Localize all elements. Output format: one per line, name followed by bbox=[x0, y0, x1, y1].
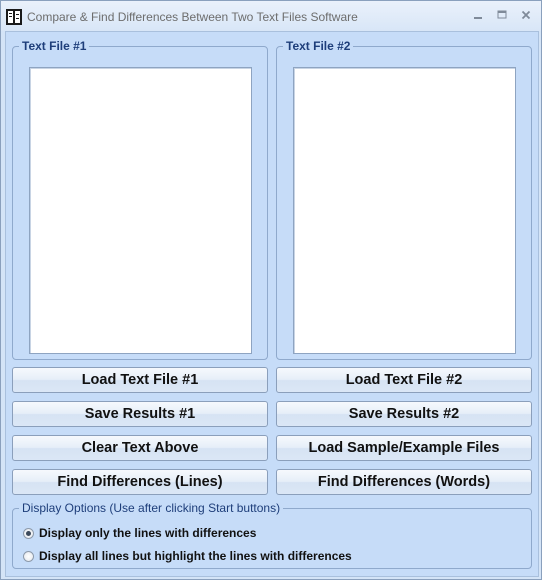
load-sample-files-button[interactable]: Load Sample/Example Files bbox=[276, 435, 532, 461]
radio-unchecked-icon[interactable] bbox=[23, 550, 34, 562]
radio-checked-icon[interactable] bbox=[23, 527, 34, 539]
save-results-2-button[interactable]: Save Results #2 bbox=[276, 401, 532, 427]
minimize-icon bbox=[474, 17, 482, 19]
text-file-1-textbox[interactable] bbox=[29, 67, 252, 354]
text-file-1-group: Text File #1 bbox=[12, 39, 268, 360]
title-bar[interactable]: Compare & Find Differences Between Two T… bbox=[1, 1, 541, 31]
maximize-icon bbox=[497, 10, 507, 19]
clear-text-button[interactable]: Clear Text Above bbox=[12, 435, 268, 461]
load-text-file-2-button[interactable]: Load Text File #2 bbox=[276, 367, 532, 393]
text-file-2-group: Text File #2 bbox=[276, 39, 532, 360]
text-file-2-textbox[interactable] bbox=[293, 67, 516, 354]
close-icon bbox=[521, 10, 531, 20]
find-differences-words-button[interactable]: Find Differences (Words) bbox=[276, 469, 532, 495]
app-window: Compare & Find Differences Between Two T… bbox=[0, 0, 542, 580]
client-area: Text File #1 Text File #2 Load Text File… bbox=[5, 31, 539, 577]
window-title: Compare & Find Differences Between Two T… bbox=[27, 10, 358, 24]
display-options-label: Display Options (Use after clicking Star… bbox=[22, 501, 281, 515]
display-option-2[interactable]: Display all lines but highlight the line… bbox=[23, 549, 352, 563]
text-file-2-label: Text File #2 bbox=[286, 39, 351, 53]
find-differences-lines-button[interactable]: Find Differences (Lines) bbox=[12, 469, 268, 495]
load-text-file-1-button[interactable]: Load Text File #1 bbox=[12, 367, 268, 393]
maximize-button[interactable] bbox=[491, 6, 513, 24]
display-option-1[interactable]: Display only the lines with differences bbox=[23, 526, 256, 540]
text-file-1-label: Text File #1 bbox=[22, 39, 87, 53]
close-button[interactable] bbox=[515, 6, 537, 24]
display-option-1-label: Display only the lines with differences bbox=[39, 526, 257, 540]
display-options-group: Display Options (Use after clicking Star… bbox=[12, 501, 532, 569]
save-results-1-button[interactable]: Save Results #1 bbox=[12, 401, 268, 427]
app-icon[interactable] bbox=[6, 9, 22, 25]
display-option-2-label: Display all lines but highlight the line… bbox=[39, 549, 352, 563]
minimize-button[interactable] bbox=[467, 6, 489, 24]
